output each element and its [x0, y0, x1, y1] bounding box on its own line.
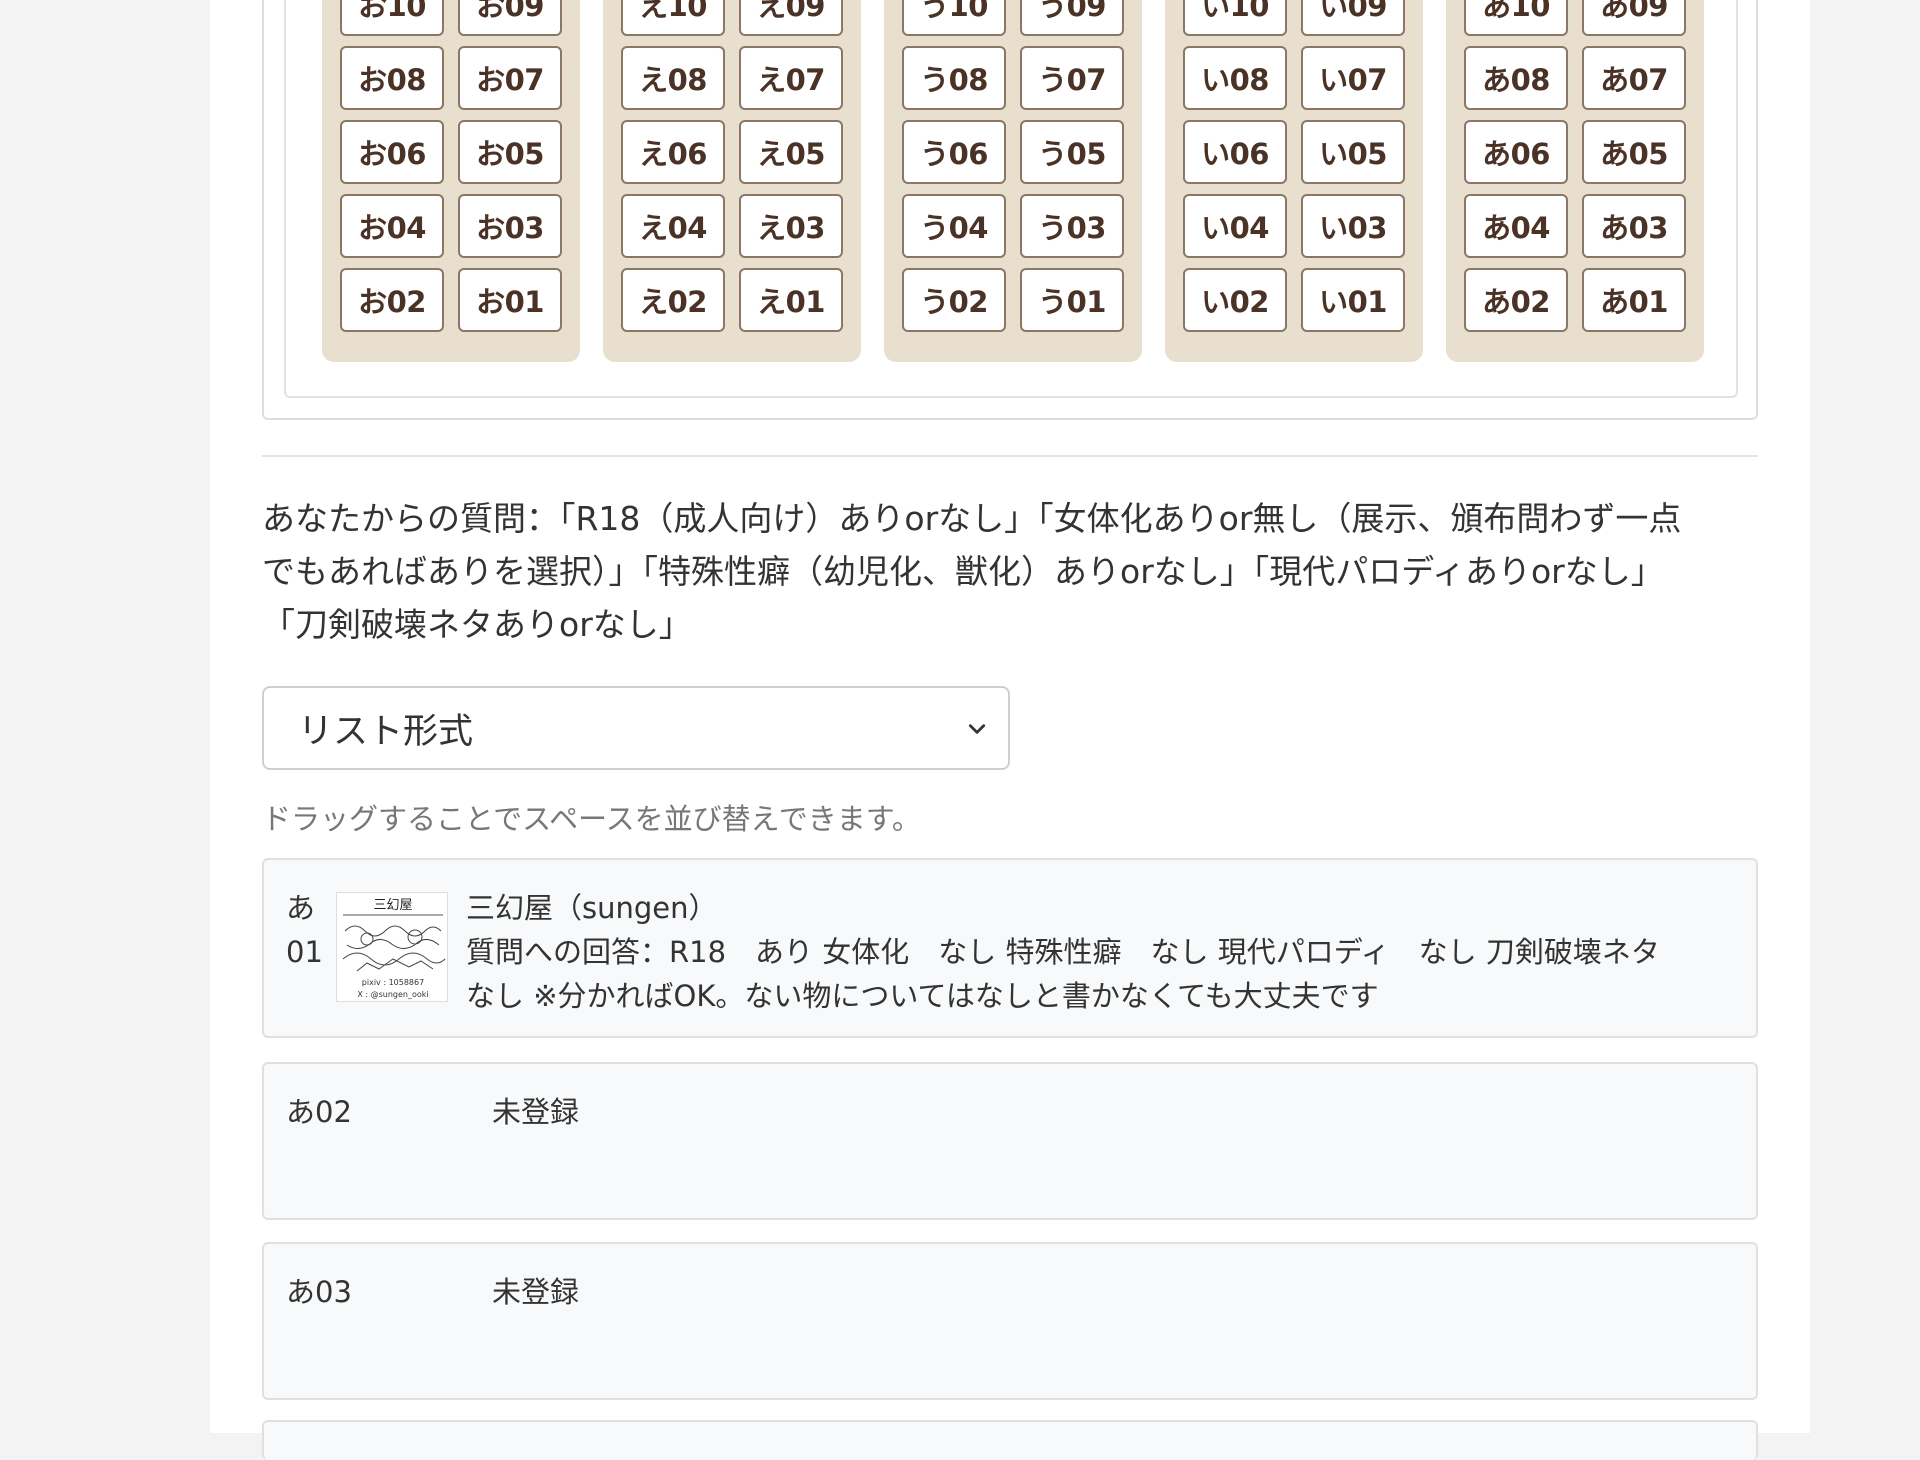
space-button[interactable]: え02 [621, 268, 725, 332]
circle-info: 三幻屋（sungen） 質問への回答：R18 あり 女体化 なし 特殊性癖 なし… [466, 886, 1746, 1018]
space-map: お10 お09 お08 お07 お06 お05 お04 お03 お02 お01 … [284, 0, 1738, 398]
space-button[interactable]: い07 [1301, 46, 1405, 110]
page: お10 お09 お08 お07 お06 お05 お04 お03 お02 お01 … [210, 0, 1810, 1460]
space-button[interactable]: あ04 [1464, 194, 1568, 258]
space-button[interactable]: い02 [1183, 268, 1287, 332]
list-item[interactable]: あ 01 三幻屋 pixiv : 1058867 X : @sungen_ook… [262, 858, 1758, 1038]
space-button[interactable]: あ05 [1582, 120, 1686, 184]
space-block-e: え10 え09 え08 え07 え06 え05 え04 え03 え02 え01 [603, 0, 861, 362]
space-map-card: お10 お09 お08 お07 お06 お05 お04 お03 お02 お01 … [262, 0, 1758, 420]
space-id: あ 01 [286, 886, 323, 974]
space-button[interactable]: い06 [1183, 120, 1287, 184]
space-button[interactable]: い03 [1301, 194, 1405, 258]
space-button[interactable]: え08 [621, 46, 725, 110]
answer-text: 質問への回答：R18 あり 女体化 なし 特殊性癖 なし 現代パロディ なし 刀… [466, 935, 1660, 969]
thumb-title: 三幻屋 [373, 898, 412, 913]
space-button[interactable]: い08 [1183, 46, 1287, 110]
question-line: あなたからの質問：「R18（成人向け）ありorなし」「女体化ありor無し（展示、… [262, 499, 1682, 538]
answer-text: なし ※分かればOK。ない物についてはなしと書かなくても大丈夫です [466, 979, 1379, 1013]
space-button[interactable]: い05 [1301, 120, 1405, 184]
question-line: でもあればありを選択）」「特殊性癖（幼児化、獣化）ありorなし」「現代パロディあ… [262, 552, 1664, 591]
space-block-a: あ10 あ09 あ08 あ07 あ06 あ05 あ04 あ03 あ02 あ01 [1446, 0, 1704, 362]
space-button[interactable]: え10 [621, 0, 725, 36]
space-button[interactable]: あ08 [1464, 46, 1568, 110]
space-button[interactable]: う05 [1020, 120, 1124, 184]
space-button[interactable]: お03 [458, 194, 562, 258]
space-button[interactable]: え03 [739, 194, 843, 258]
registration-status: 未登録 [492, 1095, 580, 1129]
space-button[interactable]: い09 [1301, 0, 1405, 36]
space-button[interactable]: お02 [340, 268, 444, 332]
list-item[interactable]: あ02 未登録 [262, 1062, 1758, 1220]
space-id-number: 01 [286, 935, 323, 969]
drag-hint: ドラッグすることでスペースを並び替えできます。 [262, 802, 921, 836]
space-button[interactable]: お01 [458, 268, 562, 332]
space-button[interactable]: う10 [902, 0, 1006, 36]
space-button[interactable]: う08 [902, 46, 1006, 110]
space-block-o: お10 お09 お08 お07 お06 お05 お04 お03 お02 お01 [322, 0, 580, 362]
space-button[interactable]: い04 [1183, 194, 1287, 258]
space-button[interactable]: え01 [739, 268, 843, 332]
circle-thumbnail[interactable]: 三幻屋 pixiv : 1058867 X : @sungen_ooki [336, 892, 448, 1002]
space-button[interactable]: う09 [1020, 0, 1124, 36]
space-button[interactable]: あ02 [1464, 268, 1568, 332]
space-button[interactable]: お07 [458, 46, 562, 110]
circle-name: 三幻屋（sungen） [466, 891, 718, 925]
space-button[interactable]: え06 [621, 120, 725, 184]
space-block-i: い10 い09 い08 い07 い06 い05 い04 い03 い02 い01 [1165, 0, 1423, 362]
thumb-caption: X : @sungen_ooki [357, 990, 428, 999]
thumb-caption: pixiv : 1058867 [362, 978, 424, 987]
space-button[interactable]: え05 [739, 120, 843, 184]
space-button[interactable]: お08 [340, 46, 444, 110]
space-button[interactable]: う03 [1020, 194, 1124, 258]
space-button[interactable]: あ07 [1582, 46, 1686, 110]
registration-status: 未登録 [492, 1275, 580, 1309]
space-button[interactable]: う02 [902, 268, 1006, 332]
view-format-selected: リスト形式 [298, 711, 474, 752]
space-block-u: う10 う09 う08 う07 う06 う05 う04 う03 う02 う01 [884, 0, 1142, 362]
space-button[interactable]: う01 [1020, 268, 1124, 332]
section-divider [262, 455, 1758, 457]
space-button[interactable]: あ10 [1464, 0, 1568, 36]
space-button[interactable]: お05 [458, 120, 562, 184]
space-button[interactable]: え04 [621, 194, 725, 258]
view-format-select[interactable]: リスト形式 [262, 686, 1010, 770]
space-button[interactable]: え07 [739, 46, 843, 110]
space-id-kana: あ [286, 891, 316, 925]
question-line: 「刀剣破壊ネタありorなし」 [262, 605, 692, 644]
space-button[interactable]: お04 [340, 194, 444, 258]
space-button[interactable]: う07 [1020, 46, 1124, 110]
space-button[interactable]: う04 [902, 194, 1006, 258]
space-button[interactable]: あ06 [1464, 120, 1568, 184]
list-item[interactable]: あ03 未登録 [262, 1242, 1758, 1400]
space-button[interactable]: う06 [902, 120, 1006, 184]
space-button[interactable]: お09 [458, 0, 562, 36]
space-button[interactable]: あ01 [1582, 268, 1686, 332]
space-button[interactable]: い01 [1301, 268, 1405, 332]
space-button[interactable]: お06 [340, 120, 444, 184]
space-button[interactable]: あ09 [1582, 0, 1686, 36]
chevron-down-icon [968, 724, 986, 734]
space-id: あ03 [286, 1275, 352, 1309]
space-button[interactable]: お10 [340, 0, 444, 36]
space-button[interactable]: い10 [1183, 0, 1287, 36]
list-item[interactable] [262, 1420, 1758, 1460]
space-button[interactable]: え09 [739, 0, 843, 36]
space-id: あ02 [286, 1095, 352, 1129]
space-button[interactable]: あ03 [1582, 194, 1686, 258]
question-text: あなたからの質問：「R18（成人向け）ありorなし」「女体化ありor無し（展示、… [262, 492, 1762, 651]
circle-cut-image: 三幻屋 pixiv : 1058867 X : @sungen_ooki [337, 893, 447, 1001]
